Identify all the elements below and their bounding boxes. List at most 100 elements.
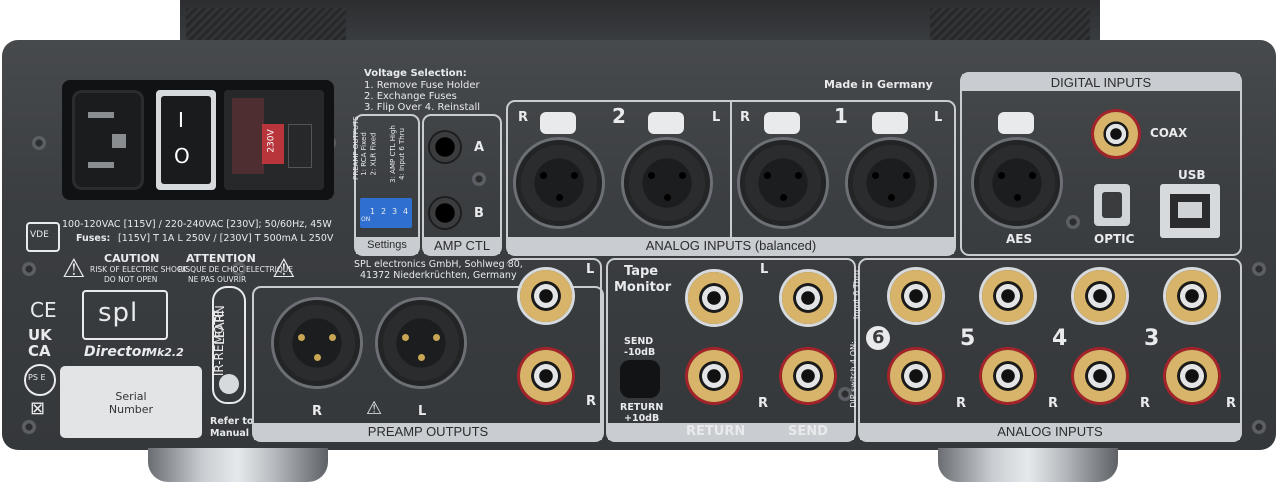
aes-label: AES — [1006, 232, 1033, 246]
rca-input-6-left[interactable] — [890, 270, 942, 322]
amp-ctl-panel: A B AMP CTL — [422, 114, 502, 256]
voltage-selection-title: Voltage Selection: — [364, 68, 467, 79]
spl-logo: spl — [82, 290, 168, 340]
tape-send-left[interactable] — [782, 272, 834, 324]
analog-inputs-label: ANALOG INPUTS — [860, 423, 1240, 440]
xlr-input-2-right[interactable] — [516, 140, 602, 226]
learn-ir-remote-button[interactable]: LEARN IR-REMOTE — [212, 286, 246, 404]
attention-title: ATTENTION — [186, 252, 256, 265]
caution-triangle-icon: ⚠ — [366, 398, 383, 419]
fuses-spec: [115V] T 1A L 250V / [230V] T 500mA L 25… — [118, 233, 334, 244]
coax-label: COAX — [1150, 126, 1188, 140]
weee-bin-icon: ⊠ — [30, 398, 46, 419]
tape-return-left[interactable] — [688, 272, 740, 324]
optical-input[interactable] — [1094, 184, 1130, 226]
rca-input-4-left[interactable] — [1074, 270, 1126, 322]
amp-ctl-b-label: B — [474, 206, 484, 221]
model-name: Director — [84, 344, 149, 360]
screw — [1252, 262, 1266, 276]
dip-note: DIP switch 4 ON: — [848, 341, 858, 408]
aes-input[interactable] — [974, 140, 1060, 226]
tape-monitor-title1: Tape — [624, 264, 659, 279]
digital-inputs-label: DIGITAL INPUTS — [962, 74, 1240, 91]
iec-power-socket[interactable] — [72, 90, 144, 190]
xlr-latch[interactable] — [764, 112, 800, 134]
screw — [1252, 420, 1266, 434]
input-6-badge: 6 — [866, 326, 890, 350]
tape-return-label: RETURN — [686, 424, 746, 439]
xlr-latch[interactable] — [998, 112, 1034, 134]
settings-label: Settings — [356, 237, 418, 254]
left-foot — [148, 448, 328, 482]
input-5-label: 5 — [960, 326, 976, 351]
power-rating: 100-120VAC [115V] / 220-240VAC [230V]; 5… — [62, 219, 332, 230]
rca-input-3-right[interactable] — [1166, 350, 1218, 402]
ir-remote-label: IR-REMOTE — [212, 309, 227, 377]
caution-line1: RISK OF ELECTRIC SHOCK — [90, 265, 188, 274]
xlr-input-2-left[interactable] — [624, 140, 710, 226]
rca-output-right[interactable] — [520, 350, 572, 402]
address-line2: 41372 Niederkrüchten, Germany — [360, 270, 517, 281]
input-4-label: 4 — [1052, 326, 1068, 351]
rca-output-left[interactable] — [520, 270, 572, 322]
refer-to-label: Refer to — [210, 416, 254, 427]
xlr-output-right[interactable] — [274, 300, 360, 386]
xlr-latch[interactable] — [648, 112, 684, 134]
amp-ctl-label: AMP CTL — [424, 237, 500, 254]
caution-title: CAUTION — [104, 252, 160, 265]
screw — [22, 420, 36, 434]
rca-input-4-right[interactable] — [1074, 350, 1126, 402]
optic-label: OPTIC — [1094, 232, 1135, 246]
made-in-germany: Made in Germany — [824, 78, 933, 91]
left-vent-grille — [186, 8, 346, 42]
amp-ctl-b-jack[interactable] — [428, 196, 462, 230]
usb-label: USB — [1178, 168, 1206, 182]
manual-label: Manual — [210, 428, 250, 439]
rca-input-6-right[interactable] — [890, 350, 942, 402]
switch-on-mark: I — [178, 108, 184, 132]
settings-panel: PREAMP OUTPUTS 1: RCA Fixed 2: XLR Fixed… — [351, 114, 420, 256]
shock-warning-icon: ⚠ — [62, 254, 86, 284]
attention-warning-icon: ⚠ — [272, 254, 296, 284]
input6-thru-note: Input 6 Thru — [852, 269, 862, 320]
settings-header: PREAMP OUTPUTS — [351, 116, 360, 180]
voltage-step-2: 2. Exchange Fuses — [364, 91, 457, 102]
vde-mark: VDE — [26, 222, 60, 252]
voltage-step-3: 3. Flip Over 4. Reinstall — [364, 102, 481, 113]
rca-input-5-right[interactable] — [982, 350, 1034, 402]
address-line1: SPL electronics GmbH, Sohlweg 80, — [354, 259, 523, 270]
voltage-tag-label: 230V — [266, 129, 277, 153]
xlr-input-1-right[interactable] — [740, 140, 826, 226]
xlr-latch[interactable] — [540, 112, 576, 134]
right-foot — [938, 448, 1118, 482]
fuse-holder[interactable]: 230V — [224, 90, 324, 190]
dip-switch-block[interactable]: ON 1 2 3 4 — [360, 198, 412, 228]
analog-balanced-label: ANALOG INPUTS (balanced) — [508, 237, 954, 254]
channel-2-label: 2 — [612, 104, 626, 128]
switch-off-mark: O — [174, 144, 190, 168]
serial-label-line2: Number — [108, 403, 154, 416]
rca-input-3-left[interactable] — [1166, 270, 1218, 322]
tape-send-right[interactable] — [782, 350, 834, 402]
screw — [32, 136, 46, 150]
power-switch[interactable]: I O — [156, 90, 216, 190]
serial-label-line1: Serial — [115, 390, 147, 403]
ce-mark: CE — [30, 298, 57, 322]
xlr-input-1-left[interactable] — [848, 140, 934, 226]
xlr-latch[interactable] — [872, 112, 908, 134]
model-suffix: Mk2.2 — [146, 346, 184, 359]
coax-input[interactable] — [1094, 112, 1138, 156]
xlr-output-left[interactable] — [378, 300, 464, 386]
usb-b-port[interactable] — [1160, 184, 1220, 238]
tape-return-right[interactable] — [688, 350, 740, 402]
rca-input-5-left[interactable] — [982, 270, 1034, 322]
amp-ctl-a-jack[interactable] — [428, 130, 462, 164]
right-vent-grille — [930, 8, 1090, 42]
serial-sticker: Serial Number — [60, 366, 202, 438]
fuses-label: Fuses: — [76, 233, 111, 244]
pse-mark: PS E — [24, 364, 56, 396]
tape-level-button[interactable] — [620, 360, 660, 398]
channel-1-label: 1 — [834, 104, 848, 128]
amp-ctl-a-label: A — [474, 140, 485, 155]
tape-send-label: SEND — [788, 424, 828, 439]
